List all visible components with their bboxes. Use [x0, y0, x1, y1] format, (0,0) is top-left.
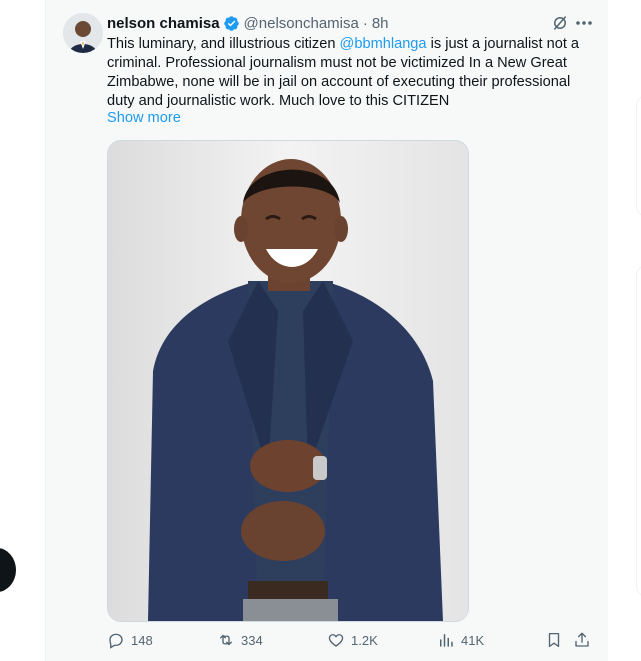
- bookmark-icon: [548, 632, 560, 648]
- views-button[interactable]: 41K: [437, 628, 484, 652]
- mention-link[interactable]: @bbmhlanga: [340, 36, 427, 52]
- author-avatar[interactable]: [63, 13, 103, 53]
- share-button[interactable]: [573, 628, 597, 652]
- show-more-link[interactable]: Show more: [107, 110, 181, 126]
- views-count: 41K: [461, 632, 485, 648]
- tweet-header: nelson chamisa @nelsonchamisa · 8h: [107, 13, 389, 33]
- repost-count: 334: [241, 632, 263, 648]
- reply-button[interactable]: 148: [107, 628, 153, 652]
- bookmark-button[interactable]: [545, 628, 569, 652]
- repost-icon: [220, 634, 232, 646]
- share-icon: [575, 632, 589, 647]
- reply-count: 148: [131, 632, 153, 648]
- tweet-photo[interactable]: [107, 140, 469, 622]
- separator-dot: ·: [362, 14, 368, 32]
- author-handle[interactable]: @nelsonchamisa: [244, 15, 359, 32]
- tweet-text: This luminary, and illustrious citizen @…: [107, 35, 587, 111]
- tweet-actions-bar: 148 334 1.2K 41K: [107, 628, 593, 652]
- author-name[interactable]: nelson chamisa: [107, 15, 220, 32]
- timestamp[interactable]: 8h: [372, 15, 389, 32]
- more-icon[interactable]: [574, 13, 594, 33]
- right-sidebar-card: [636, 265, 641, 597]
- tweet-text-part1: This luminary, and illustrious citizen: [107, 36, 340, 52]
- right-sidebar-card: [636, 95, 641, 217]
- tweet-card[interactable]: nelson chamisa @nelsonchamisa · 8h This …: [45, 0, 609, 661]
- like-icon: [328, 634, 344, 647]
- reply-icon: [109, 633, 123, 649]
- repost-button[interactable]: 334: [217, 628, 263, 652]
- like-count: 1.2K: [351, 632, 378, 648]
- grok-icon[interactable]: [551, 14, 569, 32]
- like-button[interactable]: 1.2K: [327, 628, 378, 652]
- views-icon: [440, 634, 453, 647]
- photo-illustration: [108, 141, 468, 621]
- verified-badge-icon: [223, 15, 240, 32]
